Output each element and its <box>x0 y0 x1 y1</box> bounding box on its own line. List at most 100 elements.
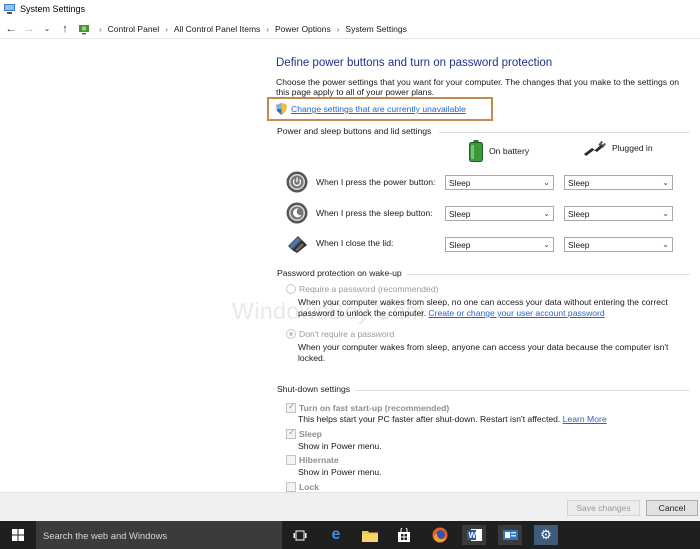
password-section-title: Password protection on wake-up <box>277 268 402 278</box>
sleep-button-icon <box>286 202 308 224</box>
no-password-label: Don't require a password <box>299 329 395 339</box>
title-bar: System Settings <box>0 0 700 18</box>
lock-menu-option[interactable]: Lock <box>286 481 319 492</box>
fast-startup-label: Turn on fast start-up (recommended) <box>299 403 450 413</box>
lid-battery-value: Sleep <box>449 239 471 250</box>
no-password-desc: When your computer wakes from sleep, any… <box>298 342 669 363</box>
fast-startup-checkbox[interactable] <box>286 401 296 413</box>
file-explorer-icon[interactable] <box>358 525 382 545</box>
windows-logo-icon <box>12 529 24 541</box>
no-password-option[interactable]: Don't require a password <box>286 329 394 339</box>
hibernate-menu-option[interactable]: Hibernate <box>286 455 339 465</box>
section-divider <box>355 390 690 391</box>
firefox-icon[interactable] <box>428 525 452 545</box>
breadcrumb-system-settings[interactable]: System Settings <box>345 24 406 34</box>
sleep-button-battery-select[interactable]: Sleep ⌄ <box>445 206 554 221</box>
breadcrumb-separator-icon: › <box>99 24 102 34</box>
taskbar-search-box[interactable]: Search the web and Windows <box>36 521 282 549</box>
power-button-row: When I press the power button: <box>286 169 460 195</box>
settings-gear-icon[interactable]: ⚙ <box>534 525 558 545</box>
address-bar: ← → ⌄ ↑ › Control Panel › All Control Pa… <box>0 19 700 39</box>
window-title: System Settings <box>20 4 86 14</box>
folder-glyph <box>362 530 378 542</box>
footer-bar: Save changes Cancel <box>0 492 700 521</box>
breadcrumb-separator-icon: › <box>336 24 340 34</box>
breadcrumb-separator-icon: › <box>266 24 269 34</box>
lock-menu-label: Lock <box>299 481 320 492</box>
content-area: WindowsBoy.Com Define power buttons and … <box>0 40 700 492</box>
breadcrumb-separator-icon: › <box>165 24 168 34</box>
chevron-down-icon: ⌄ <box>543 178 550 187</box>
system-settings-icon <box>4 4 15 14</box>
hibernate-menu-checkbox[interactable] <box>286 455 296 465</box>
fast-startup-option[interactable]: Turn on fast start-up (recommended) <box>286 401 450 413</box>
control-panel-icon <box>79 25 89 35</box>
hibernate-menu-label: Hibernate <box>299 455 339 465</box>
word-glyph: W <box>466 529 482 541</box>
chevron-down-icon: ⌄ <box>662 240 669 249</box>
lid-row: When I close the lid: <box>286 230 460 256</box>
require-password-radio[interactable] <box>286 284 296 294</box>
change-settings-link[interactable]: Change settings that are currently unava… <box>276 103 466 115</box>
lid-plugged-select[interactable]: Sleep ⌄ <box>564 237 673 252</box>
shutdown-section-title: Shut-down settings <box>277 384 351 394</box>
on-battery-header: On battery <box>469 140 529 162</box>
breadcrumb-all-items[interactable]: All Control Panel Items <box>174 24 260 34</box>
breadcrumb[interactable]: › Control Panel › All Control Panel Item… <box>78 21 700 37</box>
sleep-button-row: When I press the sleep button: <box>286 200 460 226</box>
sleep-menu-desc: Show in Power menu. <box>298 441 382 451</box>
lid-plugged-value: Sleep <box>568 239 590 250</box>
power-button-plugged-value: Sleep <box>568 177 590 188</box>
edge-glyph: e <box>331 526 341 543</box>
hibernate-menu-desc: Show in Power menu. <box>298 467 382 477</box>
save-changes-button[interactable]: Save changes <box>567 500 640 516</box>
word-icon[interactable]: W <box>462 525 486 545</box>
section-divider <box>407 274 690 275</box>
lid-battery-select[interactable]: Sleep ⌄ <box>445 237 554 252</box>
store-glyph <box>398 528 410 542</box>
require-password-label: Require a password (recommended) <box>299 284 439 294</box>
start-button[interactable] <box>0 521 36 549</box>
lock-menu-checkbox[interactable] <box>286 481 296 492</box>
breadcrumb-power-options[interactable]: Power Options <box>275 24 331 34</box>
recent-locations-chevron-icon[interactable]: ⌄ <box>40 22 54 36</box>
edge-browser-icon[interactable]: e <box>324 525 348 545</box>
lid-label: When I close the lid: <box>316 238 394 248</box>
battery-icon <box>469 140 483 162</box>
up-arrow-icon[interactable]: ↑ <box>58 22 72 36</box>
section-divider <box>439 132 690 133</box>
on-battery-label: On battery <box>489 146 530 156</box>
power-plug-icon <box>584 140 606 156</box>
taskbar: Search the web and Windows e W ⚙ <box>0 521 700 549</box>
forward-arrow-icon[interactable]: → <box>22 22 36 36</box>
breadcrumb-control-panel[interactable]: Control Panel <box>108 24 160 34</box>
sleep-button-plugged-select[interactable]: Sleep ⌄ <box>564 206 673 221</box>
store-icon[interactable] <box>392 525 416 545</box>
back-arrow-icon[interactable]: ← <box>4 22 18 36</box>
change-settings-link-text[interactable]: Change settings that are currently unava… <box>291 104 466 114</box>
sleep-button-plugged-value: Sleep <box>568 208 590 219</box>
plugged-in-label: Plugged in <box>612 143 653 153</box>
outlook-icon[interactable] <box>498 525 522 545</box>
task-view-glyph <box>293 530 307 540</box>
power-section-title: Power and sleep buttons and lid settings <box>277 126 432 136</box>
power-button-battery-value: Sleep <box>449 177 471 188</box>
power-button-plugged-select[interactable]: Sleep ⌄ <box>564 175 673 190</box>
no-password-radio[interactable] <box>286 329 296 339</box>
uac-shield-icon <box>276 103 287 115</box>
cancel-button[interactable]: Cancel <box>646 500 698 516</box>
task-view-icon[interactable] <box>288 525 312 545</box>
sleep-menu-checkbox[interactable] <box>286 427 296 439</box>
power-button-battery-select[interactable]: Sleep ⌄ <box>445 175 554 190</box>
sleep-menu-option[interactable]: Sleep <box>286 427 322 439</box>
chevron-down-icon: ⌄ <box>662 178 669 187</box>
require-password-option[interactable]: Require a password (recommended) <box>286 284 438 294</box>
firefox-glyph <box>432 527 448 543</box>
chevron-down-icon: ⌄ <box>543 240 550 249</box>
sleep-button-label: When I press the sleep button: <box>316 208 433 218</box>
chevron-down-icon: ⌄ <box>543 209 550 218</box>
sleep-button-battery-value: Sleep <box>449 208 471 219</box>
learn-more-link[interactable]: Learn More <box>563 414 607 424</box>
create-password-link[interactable]: Create or change your user account passw… <box>428 308 604 318</box>
fast-startup-desc: This helps start your PC faster after sh… <box>298 414 607 424</box>
